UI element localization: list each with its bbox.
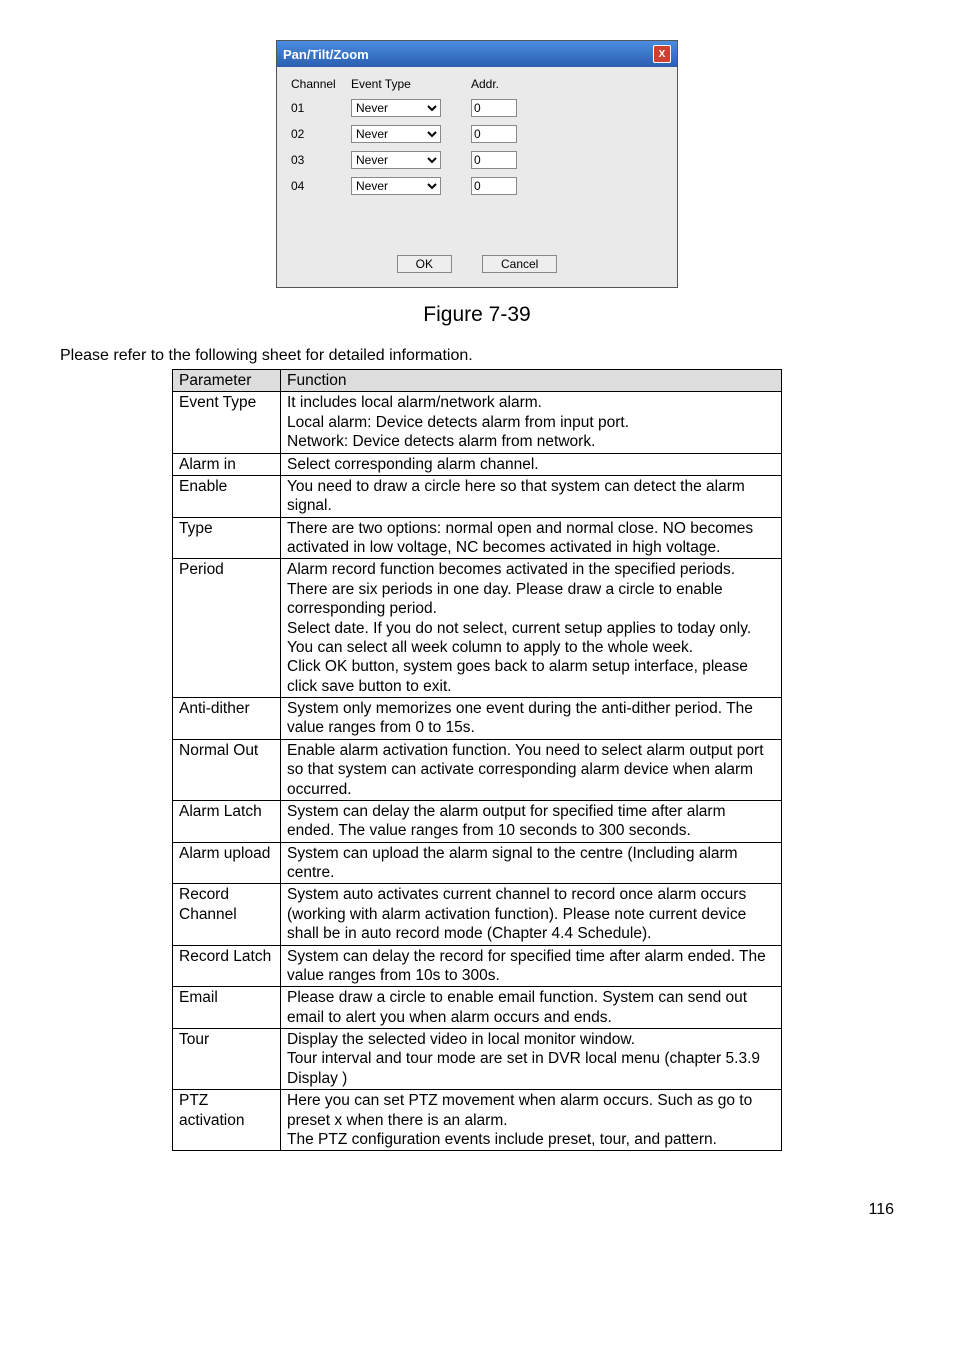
param-cell: Event Type: [173, 392, 281, 453]
param-cell: Enable: [173, 475, 281, 517]
func-cell: System can delay the record for specifie…: [281, 945, 782, 987]
addr-input[interactable]: [471, 177, 517, 195]
param-cell: Alarm upload: [173, 842, 281, 884]
func-cell: There are two options: normal open and n…: [281, 517, 782, 559]
func-cell: System can delay the alarm output for sp…: [281, 800, 782, 842]
table-row: Event TypeIt includes local alarm/networ…: [173, 392, 782, 453]
dialog-titlebar: Pan/Tilt/Zoom X: [277, 41, 677, 67]
table-header-function: Function: [281, 370, 782, 392]
cancel-button[interactable]: Cancel: [482, 255, 557, 273]
table-row: TypeThere are two options: normal open a…: [173, 517, 782, 559]
ptz-row: 02 Never: [291, 125, 663, 143]
func-cell: It includes local alarm/network alarm.Lo…: [281, 392, 782, 453]
param-cell: Tour: [173, 1029, 281, 1090]
func-cell: System can upload the alarm signal to th…: [281, 842, 782, 884]
param-cell: Record Channel: [173, 884, 281, 945]
table-header-parameter: Parameter: [173, 370, 281, 392]
func-cell: System only memorizes one event during t…: [281, 698, 782, 740]
table-row: Anti-ditherSystem only memorizes one eve…: [173, 698, 782, 740]
param-cell: PTZ activation: [173, 1090, 281, 1151]
channel-label: 01: [291, 101, 351, 115]
func-cell: Here you can set PTZ movement when alarm…: [281, 1090, 782, 1151]
event-type-select[interactable]: Never: [351, 99, 441, 117]
table-row: TourDisplay the selected video in local …: [173, 1029, 782, 1090]
ok-button[interactable]: OK: [397, 255, 452, 273]
col-header-event-type: Event Type: [351, 77, 471, 91]
table-row: PeriodAlarm record function becomes acti…: [173, 559, 782, 698]
table-row: Alarm inSelect corresponding alarm chann…: [173, 453, 782, 475]
addr-input[interactable]: [471, 99, 517, 117]
channel-label: 02: [291, 127, 351, 141]
func-cell: Select corresponding alarm channel.: [281, 453, 782, 475]
event-type-select[interactable]: Never: [351, 125, 441, 143]
table-row: Normal OutEnable alarm activation functi…: [173, 739, 782, 800]
func-cell: You need to draw a circle here so that s…: [281, 475, 782, 517]
figure-caption: Figure 7-39: [60, 303, 894, 327]
event-type-select[interactable]: Never: [351, 177, 441, 195]
func-cell: Enable alarm activation function. You ne…: [281, 739, 782, 800]
func-cell: Display the selected video in local moni…: [281, 1029, 782, 1090]
table-row: Alarm LatchSystem can delay the alarm ou…: [173, 800, 782, 842]
col-header-addr: Addr.: [471, 77, 531, 91]
table-row: EnableYou need to draw a circle here so …: [173, 475, 782, 517]
intro-text: Please refer to the following sheet for …: [60, 347, 894, 365]
param-cell: Record Latch: [173, 945, 281, 987]
parameter-table: Parameter Function Event TypeIt includes…: [172, 369, 782, 1151]
addr-input[interactable]: [471, 125, 517, 143]
ptz-row: 01 Never: [291, 99, 663, 117]
col-header-channel: Channel: [291, 77, 351, 91]
channel-label: 04: [291, 179, 351, 193]
dialog-title: Pan/Tilt/Zoom: [283, 47, 369, 62]
table-row: Record ChannelSystem auto activates curr…: [173, 884, 782, 945]
channel-label: 03: [291, 153, 351, 167]
param-cell: Normal Out: [173, 739, 281, 800]
param-cell: Type: [173, 517, 281, 559]
ptz-row: 04 Never: [291, 177, 663, 195]
ptz-row: 03 Never: [291, 151, 663, 169]
func-cell: Please draw a circle to enable email fun…: [281, 987, 782, 1029]
dialog-body: Channel Event Type Addr. 01 Never: [277, 67, 677, 287]
table-header-row: Parameter Function: [173, 370, 782, 392]
param-cell: Alarm Latch: [173, 800, 281, 842]
ptz-dialog: Pan/Tilt/Zoom X Channel Event Type Addr.…: [276, 40, 678, 288]
addr-input[interactable]: [471, 151, 517, 169]
table-row: EmailPlease draw a circle to enable emai…: [173, 987, 782, 1029]
page-number: 116: [0, 1201, 954, 1219]
event-type-select[interactable]: Never: [351, 151, 441, 169]
func-cell: Alarm record function becomes activated …: [281, 559, 782, 698]
func-cell: System auto activates current channel to…: [281, 884, 782, 945]
param-cell: Period: [173, 559, 281, 698]
param-cell: Email: [173, 987, 281, 1029]
table-row: PTZ activationHere you can set PTZ movem…: [173, 1090, 782, 1151]
table-row: Alarm uploadSystem can upload the alarm …: [173, 842, 782, 884]
close-icon[interactable]: X: [653, 45, 671, 63]
param-cell: Anti-dither: [173, 698, 281, 740]
param-cell: Alarm in: [173, 453, 281, 475]
table-row: Record LatchSystem can delay the record …: [173, 945, 782, 987]
